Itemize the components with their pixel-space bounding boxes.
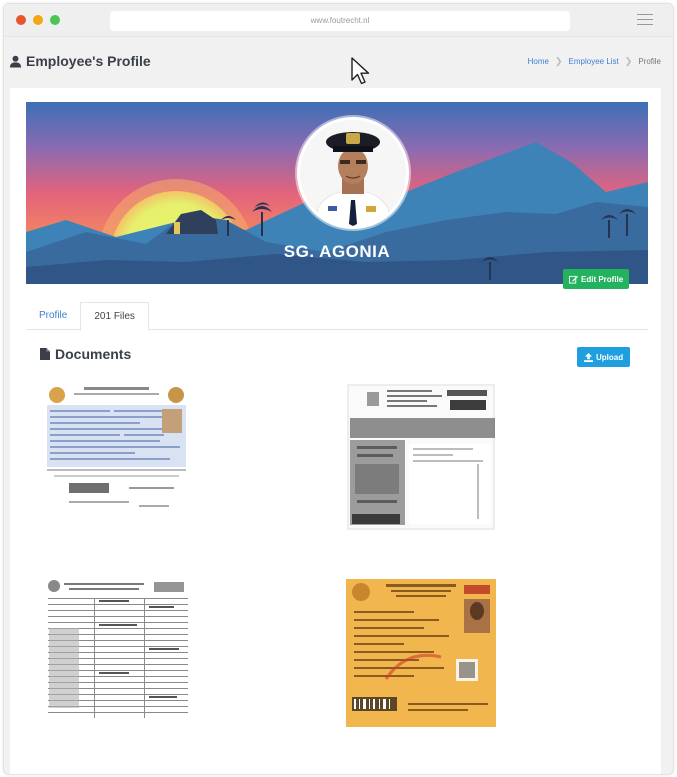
maximize-window-button[interactable] [50, 15, 60, 25]
hamburger-menu-icon[interactable] [637, 14, 653, 26]
scanned-document-image [44, 578, 192, 726]
file-icon [40, 348, 50, 360]
profile-tabs: Profile 201 Files [26, 302, 648, 331]
address-bar[interactable]: www.foutrecht.nl [110, 11, 570, 31]
edit-profile-label: Edit Profile [581, 274, 624, 284]
document-thumbnail[interactable] [44, 578, 192, 726]
edit-icon [569, 275, 578, 284]
breadcrumb-profile: Profile [638, 57, 661, 66]
scanned-document-image [347, 384, 495, 530]
chevron-right-icon: ❯ [554, 56, 563, 66]
breadcrumb-home[interactable]: Home [528, 57, 549, 66]
document-thumbnail[interactable] [346, 579, 496, 727]
page-title-text: Employee's Profile [26, 53, 151, 69]
document-thumbnail[interactable] [44, 383, 189, 523]
minimize-window-button[interactable] [33, 15, 43, 25]
employee-name: SG. AGONIA [283, 242, 391, 261]
documents-heading: Documents [40, 346, 131, 362]
page-header: Employee's Profile Home ❯ Employee List … [4, 38, 673, 84]
tab-profile[interactable]: Profile [26, 302, 80, 330]
edit-profile-button[interactable]: Edit Profile [563, 269, 630, 289]
profile-banner: SG. AGONIA [26, 102, 648, 284]
mouse-cursor-icon [351, 57, 370, 85]
user-icon [9, 55, 22, 68]
upload-label: Upload [596, 352, 624, 362]
upload-button[interactable]: Upload [577, 347, 631, 367]
close-window-button[interactable] [16, 15, 26, 25]
scanned-document-image [44, 383, 189, 523]
officer-portrait-image [300, 120, 406, 226]
tab-201-files[interactable]: 201 Files [80, 302, 149, 331]
chevron-right-icon: ❯ [624, 56, 633, 66]
breadcrumb: Home ❯ Employee List ❯ Profile [528, 56, 661, 67]
employee-photo [297, 117, 409, 229]
breadcrumb-employee-list[interactable]: Employee List [569, 57, 619, 66]
document-thumbnail[interactable] [347, 384, 495, 530]
scanned-document-image [346, 579, 496, 727]
documents-title: Documents [55, 346, 132, 362]
page-title: Employee's Profile [9, 53, 151, 69]
browser-toolbar: www.foutrecht.nl [4, 4, 673, 37]
profile-card: SG. AGONIA Edit Profile Profile 201 File… [10, 88, 661, 774]
upload-icon [584, 352, 593, 362]
browser-window: www.foutrecht.nl Employee's Profile Home… [3, 3, 674, 775]
